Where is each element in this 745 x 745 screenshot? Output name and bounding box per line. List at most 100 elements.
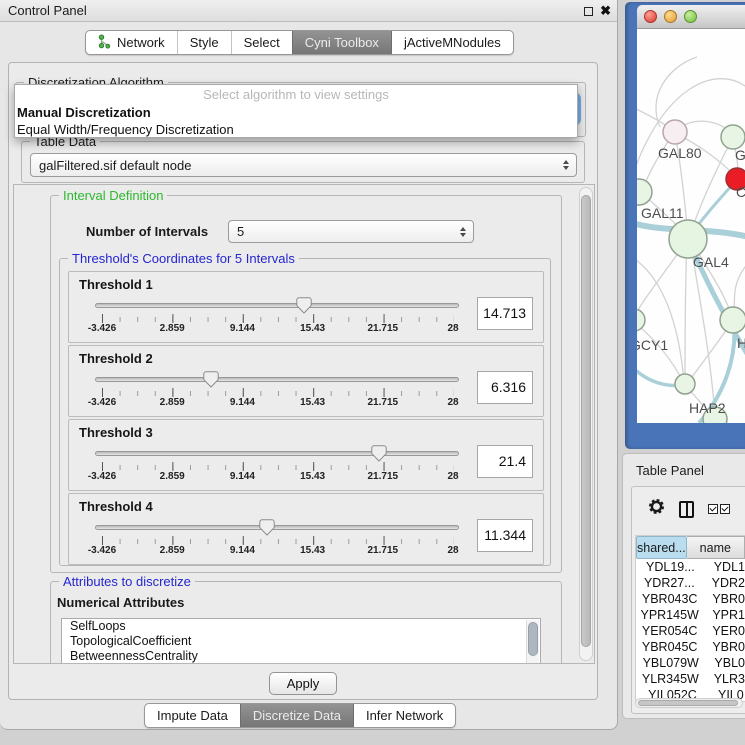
threshold-3-slider[interactable]: -3.426 2.859 9.144 15.43 21.715 28 (93, 443, 461, 483)
interval-definition-group: Interval Definition Number of Intervals … (50, 195, 562, 573)
network-icon (98, 34, 111, 52)
threshold-3-value-field[interactable]: 21.4 (477, 445, 533, 478)
table-data-group: Table Data galFiltered.sif default node (21, 141, 585, 183)
tab-network[interactable]: Network (86, 31, 177, 54)
table-toolbar (632, 487, 745, 531)
gear-icon[interactable] (648, 498, 665, 520)
threshold-1-label: Threshold 1 (79, 277, 533, 292)
node-h[interactable] (720, 307, 745, 333)
node-label-partial-h: H (737, 335, 745, 351)
top-tab-bar: Network Style Select Cyni Toolbox jActiv… (85, 30, 514, 55)
node-label-partial-g: G (735, 147, 745, 163)
slider-track[interactable] (95, 525, 459, 530)
threshold-4-box: Threshold 4 -3.426 2.859 9.144 (68, 493, 544, 565)
table-panel-window: Table Panel shared... name YDL19... (622, 453, 745, 719)
network-canvas[interactable]: GAL80 G C GAL11 GAL4 GCY1 H HAP2 (637, 29, 745, 423)
tab-impute-data[interactable]: Impute Data (145, 704, 240, 727)
threshold-3-label: Threshold 3 (79, 425, 533, 440)
table-row[interactable]: YBR045CYBR0 (636, 639, 745, 655)
number-of-intervals-combobox[interactable]: 5 (228, 220, 474, 243)
node-label-partial-c: C (736, 184, 745, 200)
table-row[interactable]: YDL19...YDL1 (636, 559, 745, 575)
node-gal4[interactable] (669, 220, 707, 258)
threshold-4-value-field[interactable]: 11.344 (477, 519, 533, 552)
tab-network-label: Network (117, 35, 165, 50)
thresholds-group: Threshold's Coordinates for 5 Intervals … (59, 258, 551, 566)
threshold-3-box: Threshold 3 -3.426 2.859 9.144 (68, 419, 544, 491)
slider-track[interactable] (95, 451, 459, 456)
table-row[interactable]: YER054CYER0 (636, 623, 745, 639)
node-label-gcy1: GCY1 (637, 337, 668, 353)
threshold-1-value-field[interactable]: 14.713 (477, 297, 533, 330)
list-item[interactable]: BetweennessCentrality (62, 649, 540, 664)
network-window-titlebar (637, 5, 745, 29)
zoom-traffic-light[interactable] (684, 10, 697, 23)
algorithm-placeholder: Select algorithm to view settings (15, 85, 577, 104)
settings-vertical-scrollbar[interactable] (579, 187, 593, 661)
table-panel-title: Table Panel (636, 463, 704, 478)
table-panel-inner: shared... name YDL19...YDL1 YDR27...YDR2… (631, 486, 745, 714)
slider-track[interactable] (95, 303, 459, 308)
node-gal11[interactable] (637, 179, 652, 205)
checkbox-icon-2[interactable] (720, 504, 730, 514)
slider-ticks (102, 388, 453, 397)
list-item[interactable]: TopologicalCoefficient (62, 634, 540, 649)
algorithm-dropdown-popup: Select algorithm to view settings Manual… (14, 84, 578, 138)
float-window-icon[interactable] (584, 7, 593, 16)
slider-ticks (102, 462, 453, 471)
apply-button[interactable]: Apply (269, 672, 337, 695)
tab-style-label: Style (190, 35, 219, 50)
threshold-4-label: Threshold 4 (79, 499, 533, 514)
table-row[interactable]: YBL079WYBL0 (636, 655, 745, 671)
column-header-name[interactable]: name (687, 536, 745, 559)
column-header-shared-name[interactable]: shared... (636, 536, 687, 559)
tab-style[interactable]: Style (177, 31, 231, 54)
threshold-4-slider[interactable]: -3.426 2.859 9.144 15.43 21.715 28 (93, 517, 461, 557)
tab-cyni-toolbox[interactable]: Cyni Toolbox (292, 31, 391, 54)
node-pink[interactable] (663, 120, 687, 144)
slider-thumb[interactable] (259, 519, 275, 536)
control-panel-window: Control Panel ✖ Network (0, 0, 618, 730)
list-item[interactable]: SelfLoops (62, 619, 540, 634)
close-traffic-light[interactable] (644, 10, 657, 23)
node-table[interactable]: shared... name YDL19...YDL1 YDR27...YDR2… (635, 535, 745, 702)
slider-tick-labels: -3.426 2.859 9.144 15.43 21.715 28 (102, 323, 453, 335)
slider-ticks (102, 314, 453, 323)
numerical-attributes-list[interactable]: SelfLoops TopologicalCoefficient Between… (61, 618, 541, 664)
tab-jactivemnodules[interactable]: jActiveMNodules (391, 31, 513, 54)
numerical-attributes-label: Numerical Attributes (57, 595, 184, 610)
node-label-hap2: HAP2 (689, 400, 726, 416)
slider-thumb[interactable] (296, 297, 312, 314)
threshold-1-slider[interactable]: -3.426 2.859 9.144 15.43 21.715 28 (93, 295, 461, 335)
column-settings-icon[interactable] (679, 501, 694, 518)
list-scrollbar[interactable] (526, 620, 539, 664)
table-horizontal-scrollbar[interactable] (635, 698, 743, 708)
algorithm-option-equal-width[interactable]: Equal Width/Frequency Discretization (15, 121, 577, 138)
slider-thumb[interactable] (371, 445, 387, 462)
table-row[interactable]: YPR145WYPR1 (636, 607, 745, 623)
attributes-group-title: Attributes to discretize (59, 574, 195, 589)
slider-track[interactable] (95, 377, 459, 382)
node-top-right[interactable] (721, 125, 745, 149)
node-gcy1[interactable] (637, 309, 645, 331)
bottom-tab-bar: Impute Data Discretize Data Infer Networ… (144, 703, 456, 728)
screen: Control Panel ✖ Network (0, 0, 745, 745)
slider-thumb[interactable] (203, 371, 219, 388)
table-data-combobox[interactable]: galFiltered.sif default node (30, 153, 577, 177)
slider-tick-labels: -3.426 2.859 9.144 15.43 21.715 28 (102, 397, 453, 409)
threshold-2-slider[interactable]: -3.426 2.859 9.144 15.43 21.715 28 (93, 369, 461, 409)
threshold-2-value-field[interactable]: 6.316 (477, 371, 533, 404)
node-hap2[interactable] (675, 374, 695, 394)
settings-scrollpane: Interval Definition Number of Intervals … (13, 184, 595, 664)
tab-discretize-data[interactable]: Discretize Data (240, 704, 353, 727)
table-row[interactable]: YLR345WYLR3 (636, 671, 745, 687)
table-row[interactable]: YBR043CYBR0 (636, 591, 745, 607)
table-row[interactable]: YDR27...YDR2 (636, 575, 745, 591)
tab-infer-network[interactable]: Infer Network (353, 704, 455, 727)
minimize-traffic-light[interactable] (664, 10, 677, 23)
algorithm-option-manual[interactable]: Manual Discretization (15, 104, 577, 121)
tab-select[interactable]: Select (231, 31, 292, 54)
thresholds-group-title: Threshold's Coordinates for 5 Intervals (68, 251, 299, 266)
checkbox-icon-1[interactable] (708, 504, 718, 514)
close-icon[interactable]: ✖ (600, 6, 611, 16)
